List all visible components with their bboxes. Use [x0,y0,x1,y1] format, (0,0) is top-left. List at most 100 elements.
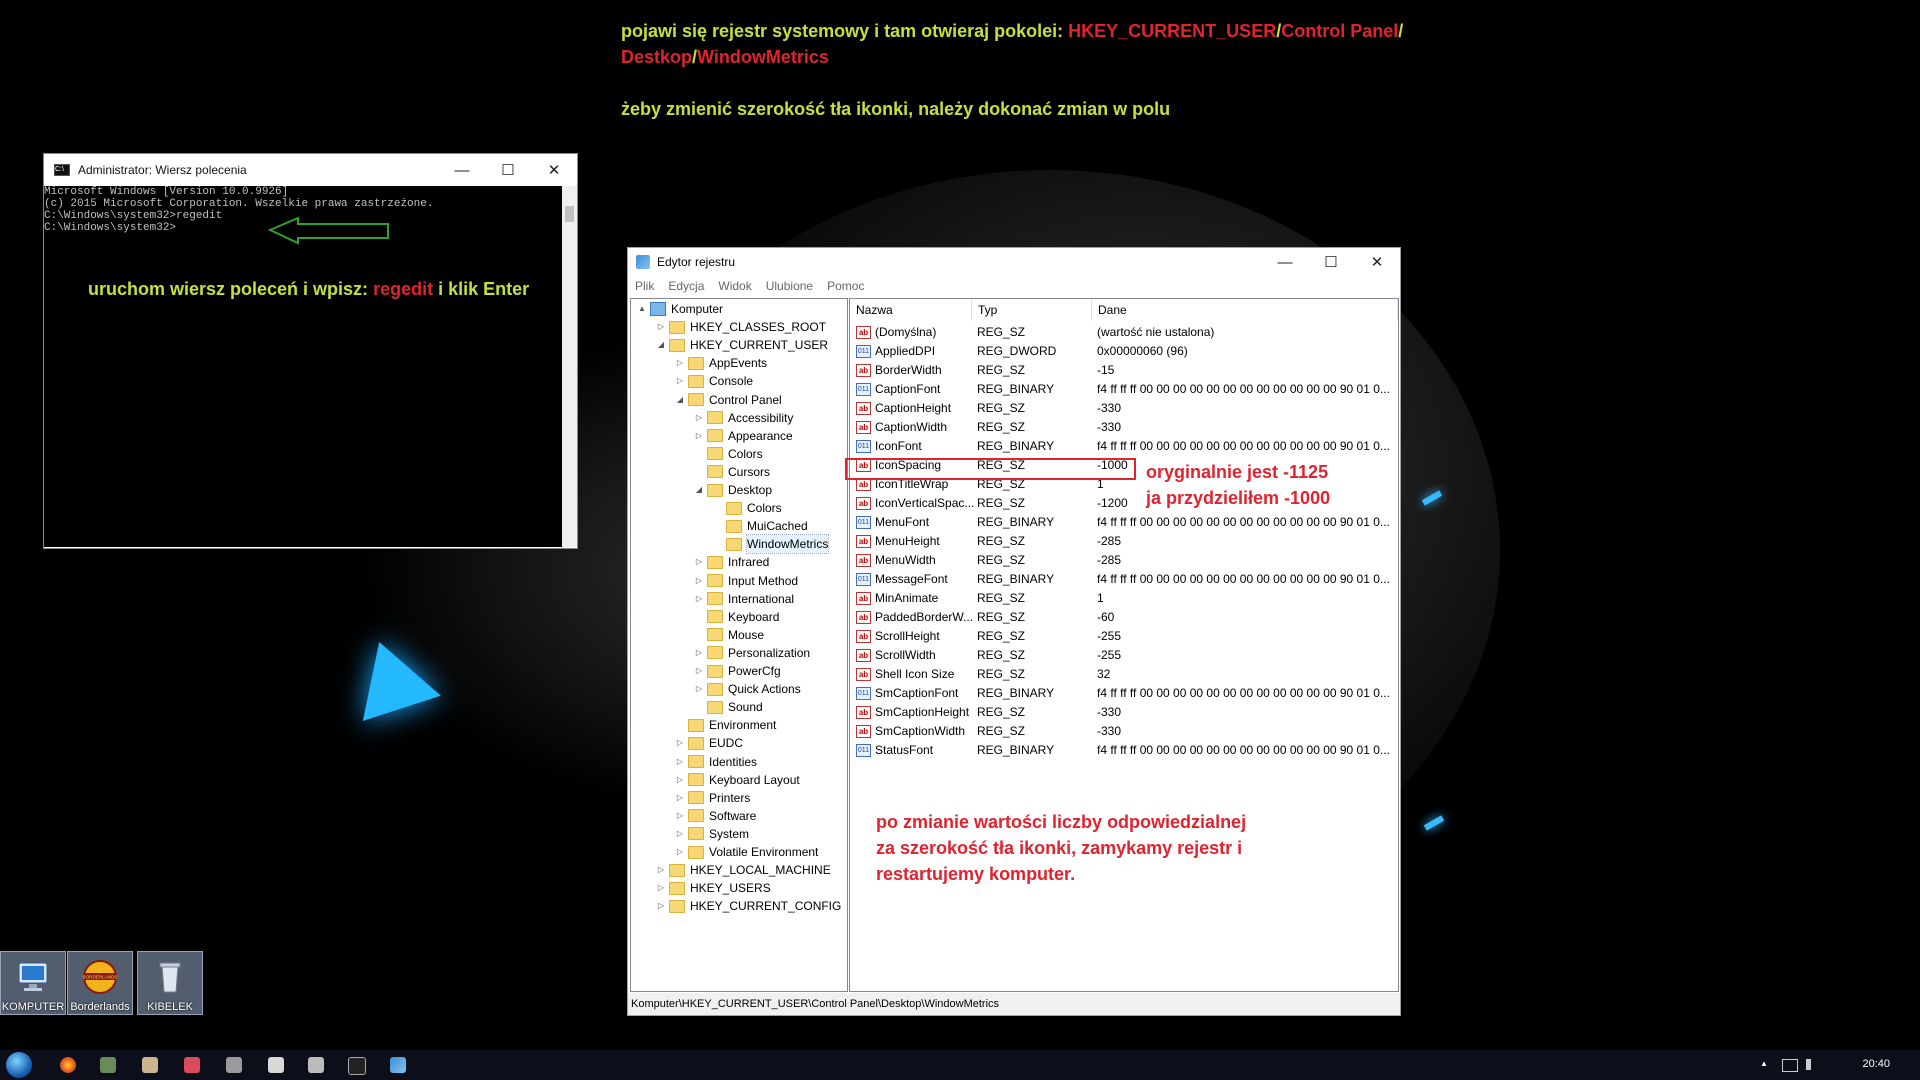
expand-toggle-icon[interactable]: ▷ [675,734,685,752]
close-button[interactable]: ✕ [1354,253,1400,271]
tree-node[interactable]: ◢ Control Panel [675,391,782,409]
close-button[interactable]: ✕ [531,161,577,179]
tree-node[interactable]: ▷ Input Method [694,572,798,590]
clock[interactable]: 20:40 [1862,1058,1890,1070]
expand-toggle-icon[interactable]: ▷ [675,825,685,843]
tree-node[interactable]: Environment [675,716,776,734]
expand-toggle-icon[interactable]: ▲ [637,300,647,318]
value-row[interactable]: ab SmCaptionHeight REG_SZ -330 [850,703,1398,722]
menu-widok[interactable]: Widok [718,279,751,293]
expand-toggle-icon[interactable]: ▷ [656,861,666,879]
desktop-icon-kibelek[interactable]: KIBELEK [137,951,203,1015]
tree-node[interactable]: ▷ System [675,825,749,843]
expand-toggle-icon[interactable]: ▷ [675,372,685,390]
app-icon[interactable] [268,1057,284,1073]
tree-node[interactable]: ▷ EUDC [675,734,743,752]
tree-node[interactable]: ▷ HKEY_CURRENT_CONFIG [656,897,841,915]
desktop-icon-borderlands[interactable]: BORDERLANDS Borderlands [67,951,133,1015]
tree-node[interactable]: ▷ HKEY_USERS [656,879,771,897]
tree-node[interactable]: ▷ Quick Actions [694,680,801,698]
tree-node[interactable]: ▷ PowerCfg [694,662,781,680]
app-icon[interactable] [184,1057,200,1073]
value-row[interactable]: ab CaptionWidth REG_SZ -330 [850,418,1398,437]
expand-toggle-icon[interactable]: ▷ [675,753,685,771]
start-button[interactable] [6,1052,32,1078]
value-row[interactable]: ab CaptionHeight REG_SZ -330 [850,399,1398,418]
expand-toggle-icon[interactable]: ▷ [675,354,685,372]
tree-node[interactable]: ▷ Appearance [694,427,793,445]
regedit-taskbar-icon[interactable] [390,1057,406,1073]
tree-node[interactable]: Sound [694,698,763,716]
expand-toggle-icon[interactable]: ◢ [656,336,666,354]
regedit-titlebar[interactable]: Edytor rejestru — ☐ ✕ [628,248,1400,276]
menu-pomoc[interactable]: Pomoc [827,279,864,293]
menu-edycja[interactable]: Edycja [668,279,704,293]
value-row[interactable]: ab Shell Icon Size REG_SZ 32 [850,665,1398,684]
tray-chevron-icon[interactable]: ▲ [1760,1059,1768,1068]
network-icon[interactable] [1782,1059,1798,1072]
value-row[interactable]: 011 SmCaptionFont REG_BINARY f4 ff ff ff 00… [850,684,1398,703]
menu-ulubione[interactable]: Ulubione [766,279,813,293]
firefox-icon[interactable] [60,1057,76,1073]
expand-toggle-icon[interactable]: ▷ [675,771,685,789]
expand-toggle-icon[interactable]: ▷ [694,427,704,445]
column-header-name[interactable]: Nazwa [850,299,972,321]
value-row[interactable]: ab MenuHeight REG_SZ -285 [850,532,1398,551]
minimize-button[interactable]: — [1262,254,1308,271]
value-row[interactable]: 011 MessageFont REG_BINARY f4 ff ff ff 00 0… [850,570,1398,589]
minimize-button[interactable]: — [439,162,485,179]
value-row[interactable]: ab MenuWidth REG_SZ -285 [850,551,1398,570]
value-row[interactable]: ab ScrollHeight REG_SZ -255 [850,627,1398,646]
tree-node[interactable]: ▷ Console [675,372,753,390]
value-row[interactable]: ab MinAnimate REG_SZ 1 [850,589,1398,608]
value-row[interactable]: 011 AppliedDPI REG_DWORD 0x00000060 (96) [850,342,1398,361]
tree-node[interactable]: Mouse [694,626,764,644]
expand-toggle-icon[interactable]: ▷ [694,409,704,427]
value-row[interactable]: 011 MenuFont REG_BINARY f4 ff ff ff 00 00 0… [850,513,1398,532]
expand-toggle-icon[interactable]: ◢ [694,481,704,499]
expand-toggle-icon[interactable]: ▷ [694,680,704,698]
app-icon[interactable] [308,1057,324,1073]
cmd-scrollbar[interactable] [562,186,577,547]
app-icon[interactable] [142,1057,158,1073]
value-row[interactable]: 011 StatusFont REG_BINARY f4 ff ff ff 00 00… [850,741,1398,760]
menu-plik[interactable]: Plik [635,279,654,293]
app-icon[interactable] [100,1057,116,1073]
tree-node[interactable]: ▷ Identities [675,753,757,771]
tree-node[interactable]: ▲ Komputer [637,300,723,318]
expand-toggle-icon[interactable]: ▷ [675,789,685,807]
tree-node[interactable]: ▷ International [694,590,794,608]
value-row[interactable]: 011 CaptionFont REG_BINARY f4 ff ff ff 00 0… [850,380,1398,399]
expand-toggle-icon[interactable]: ▷ [694,572,704,590]
tree-node[interactable]: ▷ Software [675,807,756,825]
expand-toggle-icon[interactable]: ▷ [675,843,685,861]
maximize-button[interactable]: ☐ [485,161,531,179]
tree-node[interactable]: Cursors [694,463,770,481]
app-icon[interactable] [226,1057,242,1073]
volume-icon[interactable] [1806,1059,1821,1070]
desktop-icon-komputer[interactable]: KOMPUTER [0,951,66,1015]
value-row[interactable]: ab BorderWidth REG_SZ -15 [850,361,1398,380]
value-row[interactable]: ab ScrollWidth REG_SZ -255 [850,646,1398,665]
cmd-titlebar[interactable]: C:\ Administrator: Wiersz polecenia — ☐ … [44,154,577,186]
expand-toggle-icon[interactable]: ▷ [656,879,666,897]
value-row[interactable]: ab PaddedBorderW... REG_SZ -60 [850,608,1398,627]
tree-node[interactable]: ▷ Personalization [694,644,810,662]
tree-node[interactable]: ▷ Keyboard Layout [675,771,800,789]
expand-toggle-icon[interactable]: ▷ [694,644,704,662]
tree-node[interactable]: ▷ HKEY_CLASSES_ROOT [656,318,826,336]
expand-toggle-icon[interactable]: ▷ [675,807,685,825]
expand-toggle-icon[interactable]: ▷ [694,553,704,571]
expand-toggle-icon[interactable]: ▷ [694,590,704,608]
registry-tree[interactable]: ▲ Komputer ▷ HKEY_CLASSES_ROOT ◢ HKEY_CURRENT… [630,298,848,992]
tree-node[interactable]: WindowMetrics [713,534,830,555]
tree-node[interactable]: ◢ Desktop [694,481,772,499]
column-header-data[interactable]: Dane [1092,299,1398,321]
tree-node[interactable]: ▷ AppEvents [675,354,767,372]
tree-node[interactable]: Keyboard [694,608,779,626]
expand-toggle-icon[interactable]: ◢ [675,391,685,409]
tree-node[interactable]: ▷ Printers [675,789,750,807]
tree-node[interactable]: ▷ Infrared [694,553,769,571]
value-row[interactable]: 011 IconFont REG_BINARY f4 ff ff ff 00 00 0… [850,437,1398,456]
cmd-taskbar-icon[interactable] [348,1057,366,1075]
